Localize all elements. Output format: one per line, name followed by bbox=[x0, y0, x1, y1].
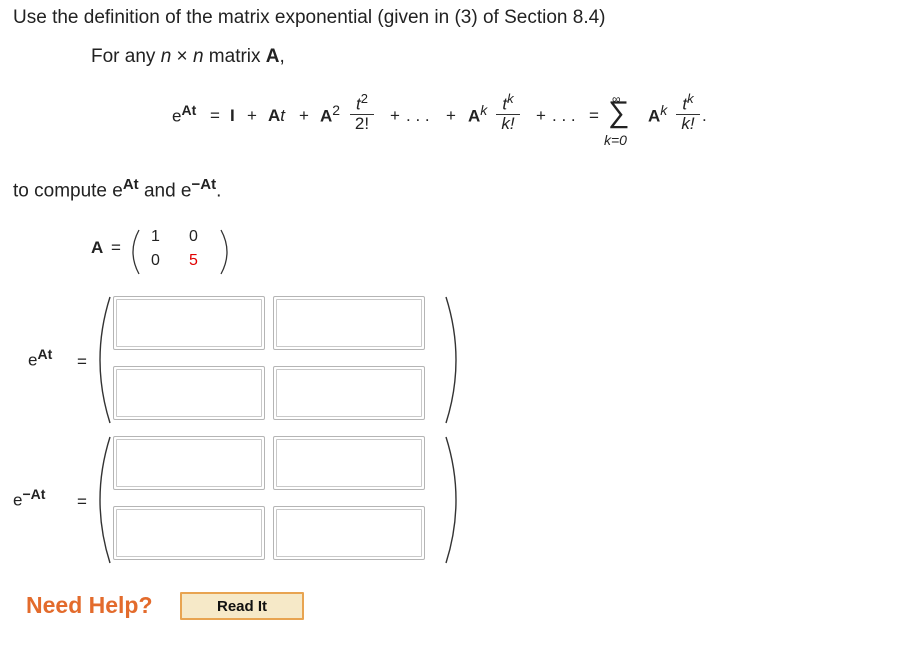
eNegAt-cell-21-input[interactable] bbox=[116, 509, 262, 557]
exponent-k: k bbox=[507, 91, 514, 106]
A-bold: A bbox=[320, 106, 333, 126]
identity-I: I bbox=[230, 106, 235, 125]
t-variable: t bbox=[280, 106, 286, 125]
exponent-k: k bbox=[660, 102, 668, 118]
fraction-t2-over-2fact: t2 2! bbox=[350, 92, 374, 132]
sum-lower-limit: k=0 bbox=[604, 132, 627, 148]
equals-sign: = bbox=[111, 238, 121, 257]
plus-sign: + bbox=[446, 106, 456, 125]
eAt-cell-11-input[interactable] bbox=[116, 299, 262, 347]
ellipsis: . . . bbox=[406, 106, 430, 125]
period: . bbox=[702, 106, 707, 125]
plus-sign: + bbox=[247, 106, 257, 125]
and-e-text: and e bbox=[138, 180, 192, 202]
matrix-A-entry-11: 1 bbox=[151, 228, 160, 245]
fraction-tk-over-kfact: tk k! bbox=[496, 92, 520, 132]
plus-sign: + bbox=[390, 106, 400, 125]
comma: , bbox=[279, 46, 285, 67]
exponent-neg-At: −At bbox=[22, 486, 46, 502]
A-bold: A bbox=[468, 106, 481, 126]
eNegAt-cell-11-frame bbox=[113, 436, 265, 490]
matrix-word: matrix bbox=[203, 46, 266, 67]
compute-instruction: to compute eAt and e−At. bbox=[13, 176, 221, 202]
matrix-A-label: A bbox=[91, 238, 104, 257]
exponent-At: At bbox=[181, 102, 197, 118]
A-bold: A bbox=[648, 106, 661, 126]
problem-intro: Use the definition of the matrix exponen… bbox=[13, 7, 606, 28]
for-any-line: For any n × n matrix A, bbox=[91, 46, 285, 68]
plus-sign: + bbox=[299, 106, 309, 125]
matrix-A-entry-12: 0 bbox=[189, 228, 198, 245]
term-At: At bbox=[268, 106, 285, 126]
eAt-cell-21-input[interactable] bbox=[116, 369, 262, 417]
matrix-A-entry-21: 0 bbox=[151, 252, 160, 269]
exponent-2: 2 bbox=[360, 91, 368, 106]
eAt-cell-22-frame bbox=[273, 366, 425, 420]
eNegAt-cell-21-frame bbox=[113, 506, 265, 560]
eNegAt-cell-22-frame bbox=[273, 506, 425, 560]
need-help-label: Need Help? bbox=[26, 592, 153, 618]
term-Ak: Ak bbox=[468, 102, 487, 127]
term-A2: A2 bbox=[320, 102, 340, 127]
matrix-A-definition: A = 1 0 0 5 bbox=[91, 228, 241, 276]
read-it-button[interactable]: Read It bbox=[180, 592, 304, 620]
times-symbol: × bbox=[171, 46, 193, 67]
matrix-A-entry-22: 5 bbox=[189, 252, 198, 269]
eAt-cell-11-frame bbox=[113, 296, 265, 350]
n-variable: n bbox=[192, 46, 204, 67]
eNegAt-label: e−At bbox=[13, 486, 45, 511]
denominator-k-factorial: k! bbox=[681, 113, 695, 133]
eAt-cell-12-input[interactable] bbox=[276, 299, 422, 347]
denominator-k-factorial: k! bbox=[501, 113, 515, 133]
ellipsis: . . . bbox=[552, 106, 576, 125]
exponent-At: At bbox=[122, 176, 139, 193]
term-sum-Ak: Ak bbox=[648, 102, 667, 127]
eAt-cell-21-frame bbox=[113, 366, 265, 420]
exponent-k: k bbox=[480, 102, 488, 118]
compute-text: to compute e bbox=[13, 180, 123, 202]
n-variable: n bbox=[160, 46, 172, 67]
fraction-tk-over-kfact-sum: tk k! bbox=[676, 92, 700, 132]
eNegAt-cell-12-frame bbox=[273, 436, 425, 490]
eNegAt-cell-12-input[interactable] bbox=[276, 439, 422, 487]
eAt-cell-22-input[interactable] bbox=[276, 369, 422, 417]
equals-sign: = bbox=[210, 106, 220, 125]
plus-sign: + bbox=[536, 106, 546, 125]
formula-lhs: eAt bbox=[172, 102, 196, 127]
A-bold: A bbox=[268, 106, 281, 125]
equals-sign: = bbox=[77, 352, 87, 371]
for-any-prefix: For any bbox=[91, 46, 161, 67]
matrix-A-bold: A bbox=[265, 46, 280, 67]
eNegAt-cell-22-input[interactable] bbox=[276, 509, 422, 557]
matrix-A-parentheses bbox=[132, 229, 228, 275]
period: . bbox=[216, 180, 222, 202]
exponent-2: 2 bbox=[332, 102, 341, 118]
eAt-label: eAt bbox=[28, 346, 52, 371]
exponent-k: k bbox=[687, 91, 694, 106]
eAt-cell-12-frame bbox=[273, 296, 425, 350]
eNegAt-cell-11-input[interactable] bbox=[116, 439, 262, 487]
exponent-At: At bbox=[37, 346, 53, 362]
summation-icon: ∑ bbox=[608, 96, 630, 129]
equals-sign: = bbox=[589, 106, 599, 125]
exponent-neg-At: −At bbox=[191, 176, 217, 193]
equals-sign: = bbox=[77, 492, 87, 511]
denominator-2-factorial: 2! bbox=[354, 113, 370, 133]
